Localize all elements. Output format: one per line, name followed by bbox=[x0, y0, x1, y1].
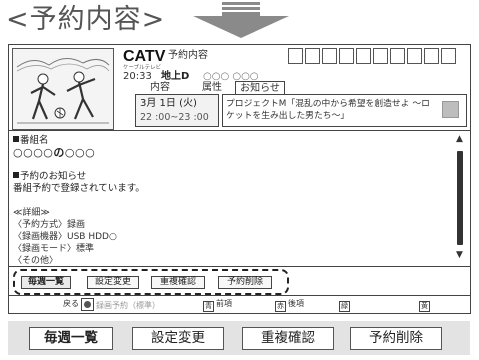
scroll-up-icon[interactable]: ▲ bbox=[456, 135, 463, 144]
detail-heading: ≪詳細≫ bbox=[13, 208, 50, 218]
scrollbar[interactable]: ▲ ▼ bbox=[455, 135, 465, 261]
status-slot bbox=[356, 48, 371, 64]
page-heading: <予約内容> bbox=[6, 4, 166, 35]
yellow-key-icon: 黄 bbox=[419, 301, 430, 312]
program-name: ○○○○の○○○ bbox=[13, 146, 96, 159]
record-hint: 録画予約（標準） bbox=[81, 298, 160, 312]
reservation-detail-screen: CATV 予約内容 ケーブルテレビ 20:33 地上D ○○○ ○○○ 内容 属… bbox=[8, 44, 471, 314]
divider bbox=[9, 295, 470, 296]
status-slots bbox=[288, 48, 456, 66]
weekly-list-button-large[interactable]: 毎週一覧 bbox=[29, 327, 113, 350]
status-slot bbox=[373, 48, 388, 64]
notice-label: 予約のお知らせ bbox=[13, 171, 453, 183]
blue-key-hint: 青前項 bbox=[203, 298, 232, 312]
schedule-box: 3月 1日 (火) 22 :00~23 :00 bbox=[135, 94, 219, 127]
divider bbox=[9, 130, 470, 131]
description-indicator bbox=[442, 101, 459, 118]
red-key-label: 後項 bbox=[288, 299, 304, 308]
divider bbox=[9, 266, 470, 267]
detail-mode: 〈録画モード〉標準 bbox=[13, 244, 95, 254]
status-slot bbox=[305, 48, 320, 64]
status-slot bbox=[407, 48, 422, 64]
scroll-thumb[interactable] bbox=[457, 151, 463, 245]
program-description: プロジェクトM「混乱の中から希望を創造せよ ～ロケットを生み出した男たち～」 bbox=[226, 99, 430, 121]
scroll-down-icon[interactable]: ▼ bbox=[456, 251, 463, 260]
status-slot bbox=[441, 48, 456, 64]
green-key-hint: 緑 bbox=[339, 298, 352, 312]
change-settings-button[interactable]: 設定変更 bbox=[87, 276, 139, 289]
red-key-hint: 赤後項 bbox=[275, 298, 304, 312]
status-slot bbox=[390, 48, 405, 64]
status-slot bbox=[339, 48, 354, 64]
check-duplicates-button[interactable]: 重複確認 bbox=[151, 276, 205, 289]
program-thumbnail bbox=[12, 48, 114, 130]
yellow-key-hint: 黄 bbox=[419, 298, 432, 312]
program-description-box: プロジェクトM「混乱の中から希望を創造せよ ～ロケットを生み出した男たち～」 bbox=[222, 94, 467, 127]
down-arrow-icon bbox=[193, 2, 289, 38]
status-slot bbox=[322, 48, 337, 64]
record-key-icon bbox=[81, 298, 94, 311]
notice-text: 番組予約で登録されています。 bbox=[13, 183, 145, 194]
tab-content[interactable]: 内容 bbox=[138, 81, 182, 94]
change-settings-button-large[interactable]: 設定変更 bbox=[132, 327, 224, 350]
back-label: 戻る bbox=[63, 299, 79, 308]
channel-brand: CATV bbox=[123, 48, 166, 65]
detail-device: 〈録画機器〉USB HDD○ bbox=[13, 232, 117, 242]
blue-key-icon: 青 bbox=[203, 301, 214, 312]
green-key-icon: 緑 bbox=[339, 301, 350, 312]
back-hint: 戻る bbox=[63, 298, 79, 310]
record-mode-label: 録画予約（標準） bbox=[96, 301, 160, 310]
tab-notice[interactable]: お知らせ bbox=[235, 81, 285, 94]
status-slot bbox=[424, 48, 439, 64]
detail-method: 〈予約方式〉録画 bbox=[13, 220, 86, 230]
delete-reservation-button[interactable]: 予約削除 bbox=[218, 276, 272, 289]
reservation-content: 番組名 ○○○○の○○○ 予約のお知らせ 番組予約で登録されています。 ≪詳細≫… bbox=[13, 135, 453, 267]
screen-title: 予約内容 bbox=[168, 50, 208, 61]
tab-attributes[interactable]: 属性 bbox=[192, 81, 232, 94]
status-slot bbox=[288, 48, 303, 64]
delete-reservation-button-large[interactable]: 予約削除 bbox=[350, 327, 442, 350]
blue-key-label: 前項 bbox=[216, 299, 232, 308]
reservation-date: 3月 1日 (火) bbox=[140, 98, 197, 109]
reservation-time: 22 :00~23 :00 bbox=[140, 112, 209, 123]
weekly-list-button[interactable]: 毎週一覧 bbox=[21, 276, 71, 289]
red-key-icon: 赤 bbox=[275, 301, 286, 312]
enlarged-button-strip: 毎週一覧 設定変更 重複確認 予約削除 bbox=[8, 321, 470, 355]
check-duplicates-button-large[interactable]: 重複確認 bbox=[242, 327, 334, 350]
